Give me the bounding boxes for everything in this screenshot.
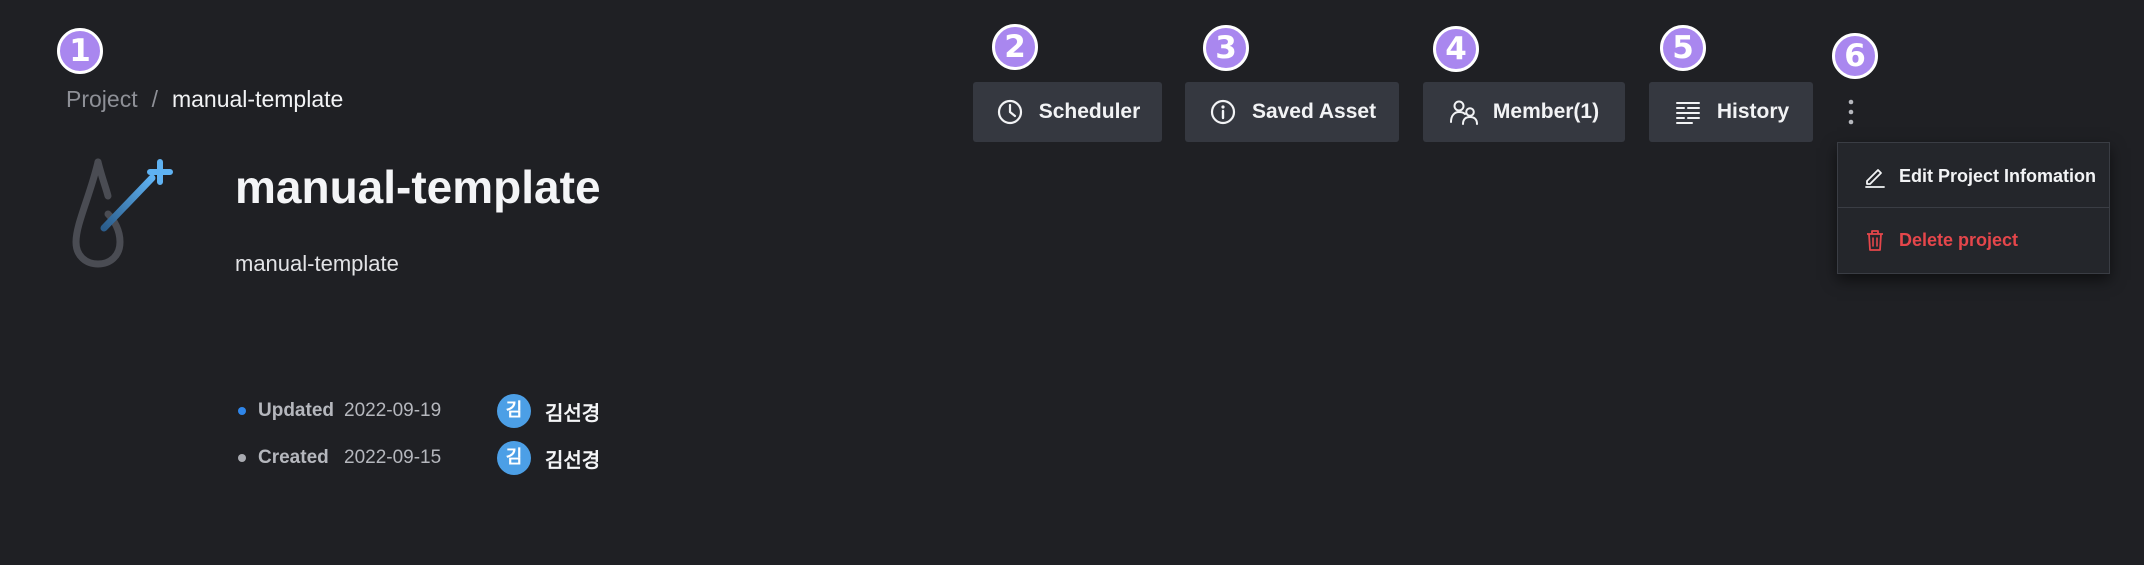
created-row: Created 2022-09-15 김 김선경 bbox=[238, 441, 600, 475]
history-list-icon bbox=[1673, 97, 1703, 127]
status-dot bbox=[238, 454, 246, 462]
saved-asset-button[interactable]: Saved Asset bbox=[1185, 82, 1399, 142]
clock-icon bbox=[995, 97, 1025, 127]
delete-project-label: Delete project bbox=[1899, 229, 2019, 250]
created-label: Created bbox=[258, 447, 329, 468]
updated-user: 김선경 bbox=[545, 400, 601, 425]
marker-3: 3 bbox=[1203, 25, 1249, 71]
marker-4: 4 bbox=[1433, 26, 1479, 72]
member-button[interactable]: Member(1) bbox=[1423, 82, 1625, 142]
marker-1: 1 bbox=[57, 28, 103, 74]
breadcrumb: Project / manual-template bbox=[66, 86, 343, 113]
saved-asset-label: Saved Asset bbox=[1251, 100, 1377, 123]
menu-divider bbox=[1838, 207, 2109, 208]
edit-project-menu-item[interactable]: Edit Project Infomation bbox=[1838, 145, 2109, 207]
breadcrumb-current: manual-template bbox=[171, 86, 344, 112]
marker-6: 6 bbox=[1832, 33, 1878, 79]
created-date: 2022-09-15 bbox=[344, 447, 442, 468]
marker-2: 2 bbox=[992, 24, 1038, 70]
updated-row: Updated 2022-09-19 김 김선경 bbox=[238, 394, 600, 428]
updated-label: Updated bbox=[258, 400, 334, 421]
page-title: manual-template bbox=[235, 161, 601, 213]
pencil-icon bbox=[1863, 164, 1887, 188]
member-label: Member(1) bbox=[1492, 100, 1600, 123]
updated-date: 2022-09-19 bbox=[344, 400, 442, 421]
created-user: 김선경 bbox=[545, 447, 601, 472]
scheduler-label: Scheduler bbox=[1038, 100, 1141, 123]
project-description: manual-template bbox=[235, 251, 399, 276]
edit-project-label: Edit Project Infomation bbox=[1899, 165, 2097, 186]
project-options-menu: Edit Project Infomation Delete project bbox=[1837, 142, 2110, 274]
avatar: 김 bbox=[497, 394, 531, 428]
marker-5: 5 bbox=[1660, 25, 1706, 71]
scheduler-button[interactable]: Scheduler bbox=[973, 82, 1162, 142]
breadcrumb-project-link[interactable]: Project bbox=[66, 86, 138, 112]
avatar: 김 bbox=[497, 441, 531, 475]
users-icon bbox=[1449, 97, 1479, 127]
more-options-icon[interactable] bbox=[1838, 94, 1864, 130]
info-icon bbox=[1208, 97, 1238, 127]
history-button[interactable]: History bbox=[1649, 82, 1813, 142]
breadcrumb-separator: / bbox=[151, 86, 158, 112]
status-dot bbox=[238, 407, 246, 415]
delete-project-menu-item[interactable]: Delete project bbox=[1838, 209, 2109, 271]
trash-icon bbox=[1863, 228, 1887, 252]
droplet-sparkle-icon bbox=[68, 156, 180, 268]
history-label: History bbox=[1716, 100, 1790, 123]
